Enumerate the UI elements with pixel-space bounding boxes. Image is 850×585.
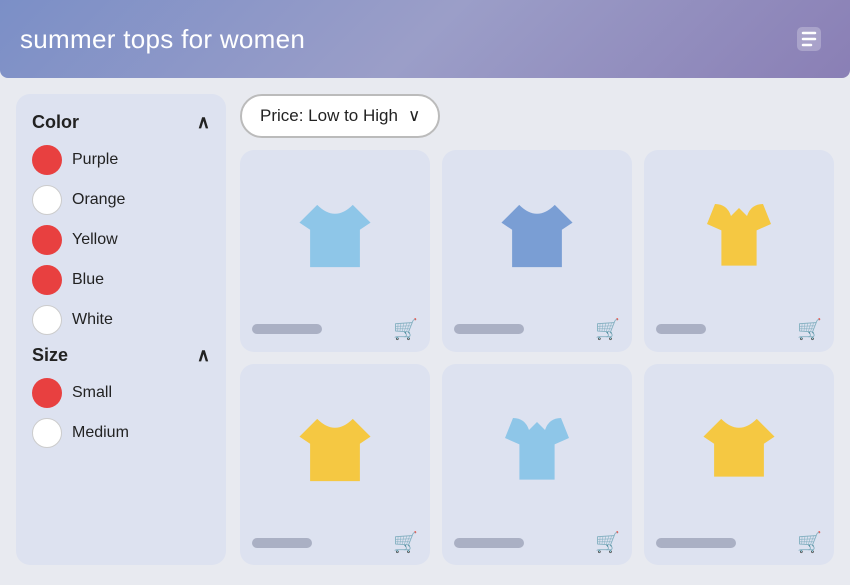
- filter-size-medium[interactable]: Medium: [32, 418, 210, 448]
- cart-icon-3[interactable]: 🛒: [797, 317, 822, 342]
- product-image-1: [252, 164, 418, 309]
- size-filter-section: Size ∧: [32, 345, 210, 366]
- filter-size-small[interactable]: Small: [32, 378, 210, 408]
- white-label: White: [72, 311, 113, 329]
- content-area: Price: Low to High ∨ 🛒: [240, 94, 834, 565]
- product-image-6: [656, 378, 822, 523]
- product-footer-4: 🛒: [252, 530, 418, 555]
- medium-dot: [32, 418, 62, 448]
- search-query: summer tops for women: [20, 24, 305, 55]
- filter-color-white[interactable]: White: [32, 305, 210, 335]
- filter-color-purple[interactable]: Purple: [32, 145, 210, 175]
- product-image-4: [252, 378, 418, 523]
- product-card-3: 🛒: [644, 150, 834, 352]
- filter-color-yellow[interactable]: Yellow: [32, 225, 210, 255]
- color-filter-title: Color: [32, 112, 79, 133]
- product-card-1: 🛒: [240, 150, 430, 352]
- cart-icon-5[interactable]: 🛒: [595, 530, 620, 555]
- product-footer-1: 🛒: [252, 317, 418, 342]
- small-label: Small: [72, 384, 112, 402]
- product-footer-3: 🛒: [656, 317, 822, 342]
- sort-dropdown[interactable]: Price: Low to High ∨: [240, 94, 440, 138]
- yellow-label: Yellow: [72, 231, 118, 249]
- search-bar: summer tops for women: [0, 0, 850, 78]
- white-dot: [32, 305, 62, 335]
- yellow-dot: [32, 225, 62, 255]
- purple-label: Purple: [72, 151, 118, 169]
- cart-icon-2[interactable]: 🛒: [595, 317, 620, 342]
- purple-dot: [32, 145, 62, 175]
- small-dot: [32, 378, 62, 408]
- cart-icon-1[interactable]: 🛒: [393, 317, 418, 342]
- filter-color-orange[interactable]: Orange: [32, 185, 210, 215]
- price-bar-5: [454, 538, 524, 548]
- orange-label: Orange: [72, 191, 125, 209]
- sort-chevron-icon: ∨: [408, 106, 420, 126]
- price-bar-2: [454, 324, 524, 334]
- search-icon[interactable]: [788, 18, 830, 60]
- product-image-2: [454, 164, 620, 309]
- product-card-6: 🛒: [644, 364, 834, 566]
- size-chevron-up-icon[interactable]: ∧: [197, 345, 210, 366]
- sidebar: Color ∧ Purple Orange Yellow Blue White …: [16, 94, 226, 565]
- price-bar-1: [252, 324, 322, 334]
- cart-icon-6[interactable]: 🛒: [797, 530, 822, 555]
- product-grid: 🛒 🛒: [240, 150, 834, 565]
- product-card-5: 🛒: [442, 364, 632, 566]
- product-image-5: [454, 378, 620, 523]
- product-card-4: 🛒: [240, 364, 430, 566]
- sort-label: Price: Low to High: [260, 106, 398, 126]
- filter-color-blue[interactable]: Blue: [32, 265, 210, 295]
- product-image-3: [656, 164, 822, 309]
- product-footer-2: 🛒: [454, 317, 620, 342]
- color-chevron-up-icon[interactable]: ∧: [197, 112, 210, 133]
- price-bar-6: [656, 538, 736, 548]
- medium-label: Medium: [72, 424, 129, 442]
- blue-dot: [32, 265, 62, 295]
- size-filter-title: Size: [32, 345, 68, 366]
- cart-icon-4[interactable]: 🛒: [393, 530, 418, 555]
- price-bar-4: [252, 538, 312, 548]
- product-card-2: 🛒: [442, 150, 632, 352]
- price-bar-3: [656, 324, 706, 334]
- color-filter-section: Color ∧: [32, 112, 210, 133]
- product-footer-5: 🛒: [454, 530, 620, 555]
- orange-dot: [32, 185, 62, 215]
- product-footer-6: 🛒: [656, 530, 822, 555]
- main-layout: Color ∧ Purple Orange Yellow Blue White …: [0, 78, 850, 581]
- blue-label: Blue: [72, 271, 104, 289]
